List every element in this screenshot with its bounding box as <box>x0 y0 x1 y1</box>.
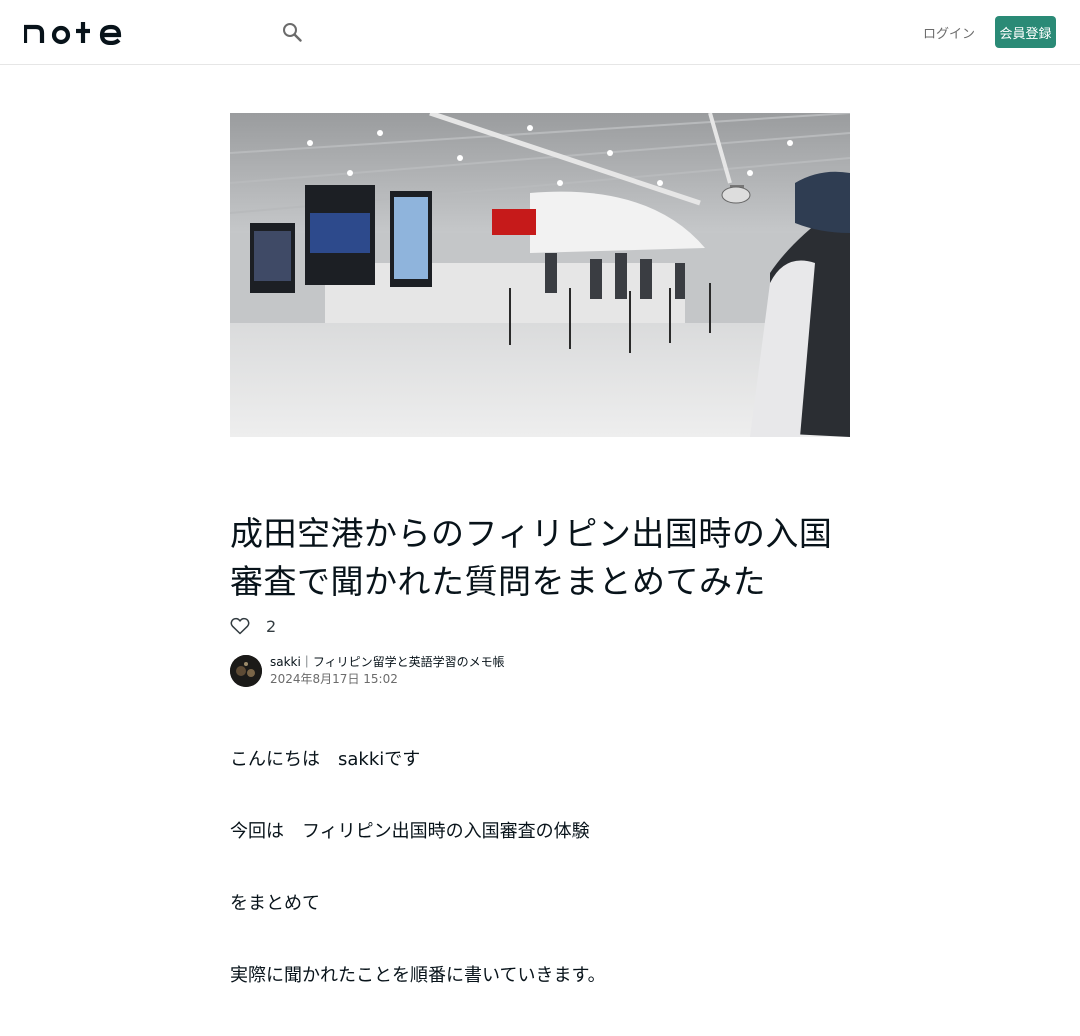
hero-image <box>230 113 850 437</box>
author-avatar[interactable] <box>230 655 262 687</box>
like-row: 2 <box>230 614 276 638</box>
author-row: sakki｜フィリピン留学と英語学習のメモ帳 2024年8月17日 15:02 <box>230 655 505 687</box>
site-header: ログイン 会員登録 <box>0 0 1080 65</box>
post-date: 2024年8月17日 15:02 <box>270 672 398 686</box>
heart-outline-icon <box>230 617 250 635</box>
like-count[interactable]: 2 <box>266 617 276 636</box>
airport-terminal-photo <box>230 113 850 437</box>
avatar-image <box>230 655 262 687</box>
body-paragraph: こんにちは sakkiです <box>230 749 421 770</box>
like-button[interactable] <box>230 616 250 636</box>
signup-button[interactable]: 会員登録 <box>995 16 1056 48</box>
body-paragraph: をまとめて <box>230 893 320 914</box>
author-meta: sakki｜フィリピン留学と英語学習のメモ帳 2024年8月17日 15:02 <box>270 654 505 688</box>
login-link[interactable]: ログイン <box>922 16 976 48</box>
search-button[interactable] <box>278 18 306 46</box>
note-logo-icon <box>22 22 122 46</box>
article-body: こんにちは sakkiです 今回は フィリピン出国時の入国審査の体験 をまとめて… <box>230 748 850 1036</box>
search-icon <box>283 23 302 42</box>
body-paragraph: 今回は フィリピン出国時の入国審査の体験 <box>230 821 590 842</box>
author-name[interactable]: sakki｜フィリピン留学と英語学習のメモ帳 <box>270 654 505 671</box>
note-logo[interactable] <box>22 19 124 46</box>
body-paragraph: 実際に聞かれたことを順番に書いていきます。 <box>230 965 606 986</box>
article-title: 成田空港からのフィリピン出国時の入国審査で聞かれた質問をまとめてみた <box>230 514 833 601</box>
